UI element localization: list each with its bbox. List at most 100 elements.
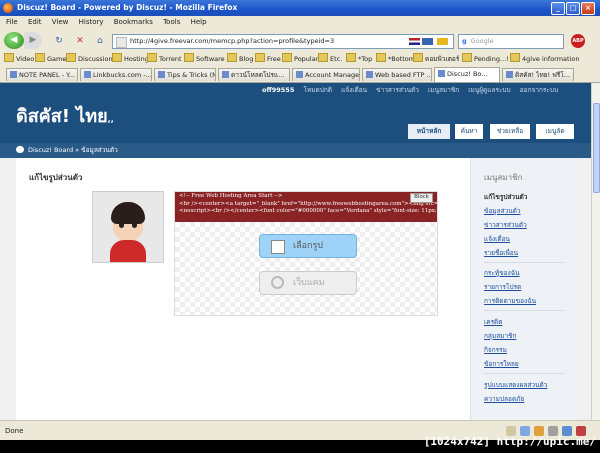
bookmark-video[interactable]: Video [4,53,34,66]
tab-download[interactable]: ดาวน์โหลดโปรแ... [218,68,290,81]
sidebar-item-messages[interactable]: ข่าวสารส่วนตัว [484,220,527,230]
search-input[interactable]: g Google [458,34,564,49]
image-watermark-bar: [1024x742] http://upic.me/ [0,435,600,453]
bookmark-page-icon [376,53,386,62]
bookmark-popular[interactable]: Popular [282,53,318,66]
site-header: off99555 โหมดปกติ แจ้งเตือน ข่าวสารส่วนต… [0,83,591,143]
tab-favicon-icon [366,71,373,78]
menu-tools[interactable]: Tools [163,18,180,26]
sidebar-item-transfer[interactable]: ข้อการใหลย [484,359,519,369]
minimize-button[interactable]: _ [551,2,565,15]
speech-bubble-icon [16,146,24,153]
nav-home[interactable]: หน้าหลัก [408,124,450,139]
sidebar-divider [484,310,564,311]
nav-help[interactable]: ช่วยเหลือ [490,124,530,139]
bookmark-4give[interactable]: 4give information [510,53,580,66]
main-panel: แก้ไขรูปส่วนตัว <!-- Free Web Hosting Ar… [16,158,576,420]
google-icon: g [462,37,467,45]
hosting-ad-banner: <!-- Free Web Hosting Area Start --> <br… [175,192,437,222]
tab-linkbucks[interactable]: Linkbucks.com -... [80,68,152,81]
reload-icon[interactable]: ↻ [52,34,66,48]
home-icon[interactable]: ⌂ [93,34,107,48]
avatar [92,191,164,263]
bookmark-page-icon [413,53,423,62]
info-icon[interactable] [422,38,433,45]
bookmark-free[interactable]: Free [255,53,281,66]
tab-discuz-thai[interactable]: ดิสคัส! ไทย! ฟรีโ... [502,68,574,81]
stop-icon[interactable]: ✕ [73,34,87,48]
site-logo[interactable]: ดิสคัส! ไทย,, [16,101,114,130]
bookmark-torrent[interactable]: Torrent [147,53,182,66]
folder-icon [282,53,292,62]
bookmark-etc[interactable]: Etc. [318,53,342,66]
tab-discuz-board[interactable]: Discuz! Bo... [434,67,500,82]
member-menu-link[interactable]: เมนูสมาชิก [428,86,459,94]
menu-help[interactable]: Help [191,18,207,26]
tab-favicon-icon [296,71,303,78]
normal-mode-link[interactable]: โหมดปกติ [303,86,332,94]
sidebar-item-display-style[interactable]: รูปแบบแสดงผลส่วนตัว [484,380,547,390]
back-button[interactable]: ◀ [4,32,24,49]
sidebar-divider [484,262,564,263]
bookmark-game[interactable]: Game [35,53,66,66]
tab-web-ftp[interactable]: Web based FTP ... [362,68,432,81]
sidebar-item-edit-avatar[interactable]: แก้ไขรูปส่วนตัว [484,192,527,202]
sidebar-item-subscriptions[interactable]: การติดตามของฉัน [484,296,536,306]
select-image-button[interactable]: เลือกรูป [259,234,357,258]
webcam-button[interactable]: เว็บแคม [259,271,357,295]
sidebar-item-security[interactable]: ความปลอดภัย [484,394,524,404]
folder-icon [66,53,76,62]
nav-shortcuts[interactable]: เมนูลัด [536,124,574,139]
close-button[interactable]: × [581,2,595,15]
sidebar-item-profile[interactable]: ข้อมูลส่วนตัว [484,206,521,216]
sidebar-item-friends[interactable]: รายชื่อเพื่อน [484,248,518,258]
sidebar-item-activities[interactable]: กิจกรรม [484,345,507,355]
browser-window: Discuz! Board - Powered by Discuz! - Moz… [0,0,600,440]
sidebar-item-usergroup[interactable]: กลุ่มสมาชิก [484,331,516,341]
folder-icon [35,53,45,62]
personal-news-link[interactable]: ข่าวสารส่วนตัว [376,86,419,94]
folder-icon [184,53,194,62]
username-link[interactable]: off99555 [262,86,294,94]
bookmark-discussion[interactable]: Discussion [66,53,113,66]
vertical-scrollbar[interactable] [591,83,600,420]
tab-favicon-icon [158,71,165,78]
scrollbar-thumb[interactable] [593,103,600,193]
bookmark-computer[interactable]: คอมพิวเตอร์ [413,53,459,66]
status-text: Done [5,427,24,435]
adblock-icon[interactable]: ABP [571,34,585,48]
bookmark-blog[interactable]: Blog [227,53,253,66]
breadcrumb[interactable]: Discuz! Board » ข้อมูลส่วนตัว [28,146,118,154]
tab-note-panel[interactable]: NOTE PANEL - Y... [6,68,78,81]
bookmark-top[interactable]: *Top [346,53,372,66]
admin-menu-link[interactable]: เมนูผู้ดูแลระบบ [468,86,510,94]
logout-link[interactable]: ออกจากระบบ [520,86,558,94]
ad-block-button[interactable]: Block [410,193,433,203]
menu-edit[interactable]: Edit [28,18,42,26]
maximize-button[interactable]: □ [566,2,580,15]
notifications-link[interactable]: แจ้งเตือน [341,86,367,94]
sidebar-item-notifications[interactable]: แจ้งเตือน [484,234,510,244]
tab-favicon-icon [84,71,91,78]
avatar-uploader: <!-- Free Web Hosting Area Start --> <br… [174,191,438,316]
address-bar[interactable]: http://4give.freevar.com/memcp.php?actio… [112,34,454,49]
nav-search[interactable]: ค้นหา [455,124,483,139]
bookmark-software[interactable]: Software [184,53,225,66]
menu-file[interactable]: File [6,18,18,26]
menu-bookmarks[interactable]: Bookmarks [114,18,153,26]
tab-tips-tricks[interactable]: Tips & Tricks (Ma... [154,68,216,81]
forward-button[interactable]: ▶ [24,32,42,49]
sidebar-item-credits[interactable]: เครดิต [484,317,503,327]
menu-history[interactable]: History [79,18,104,26]
member-sidebar: เมนูสมาชิก แก้ไขรูปส่วนตัว ข้อมูลส่วนตัว… [470,158,576,420]
menu-view[interactable]: View [52,18,69,26]
tab-account-manager[interactable]: Account Manager [292,68,360,81]
bookmark-star-icon[interactable] [437,38,448,45]
sidebar-item-favorites[interactable]: รายการโปรด [484,282,521,292]
sidebar-item-my-threads[interactable]: กระทู้ของฉัน [484,268,520,278]
bookmark-hosting[interactable]: Hosting [112,53,149,66]
bookmark-pending[interactable]: Pending...! [462,53,509,66]
bookmark-bottom[interactable]: *Bottom [376,53,415,66]
window-title: Discuz! Board - Powered by Discuz! - Moz… [17,3,238,12]
folder-icon [4,53,14,62]
